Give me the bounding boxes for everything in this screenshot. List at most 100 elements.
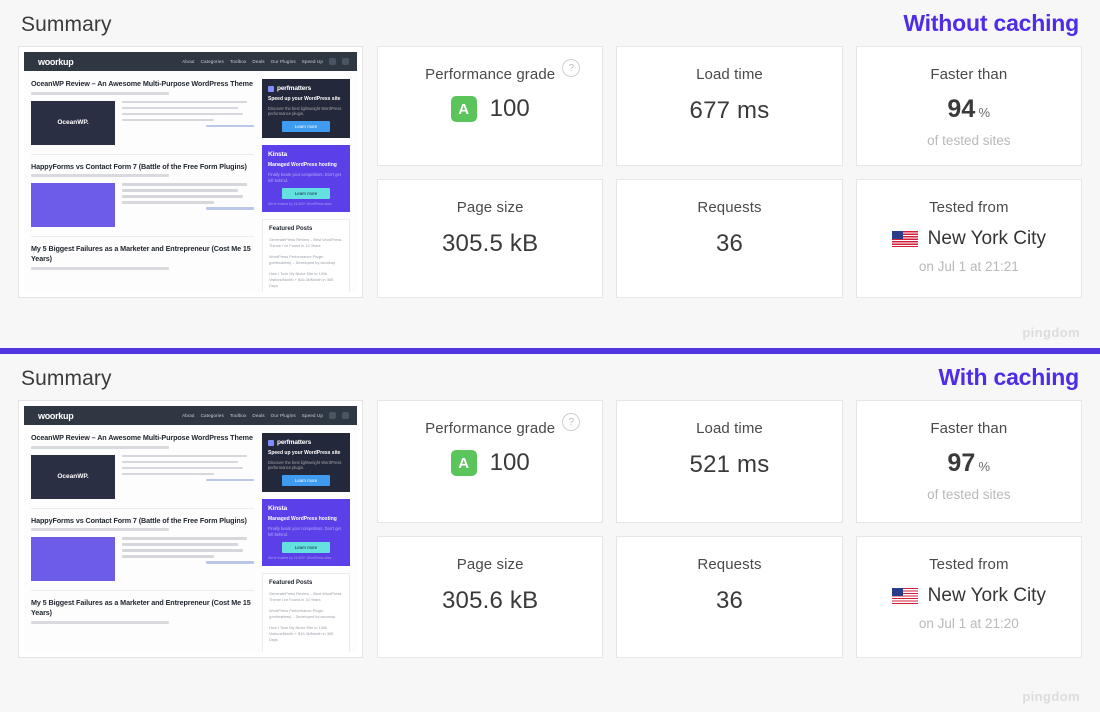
read-more-link[interactable]	[206, 124, 254, 128]
requests-card: Requests 36	[616, 178, 843, 298]
pingdom-watermark: pingdom	[1022, 689, 1080, 704]
faster-than-number: 94	[947, 95, 976, 123]
tested-from-timestamp: on Jul 1 at 21:21	[918, 258, 1019, 274]
caching-state-label: With caching	[938, 364, 1079, 390]
read-more-link[interactable]	[206, 478, 254, 482]
load-time-value: 677 ms	[689, 97, 770, 124]
page-size-card: Page size 305.6 kB	[377, 535, 604, 658]
ad-subtext: Finally beats your competitors. Don't ge…	[268, 525, 341, 537]
featured-post-link[interactable]: GeneratePress Review – Best WordPress Th…	[269, 591, 343, 603]
site-nav-item-toolbox[interactable]: Toolbox	[230, 413, 247, 418]
ad-learn-more-button[interactable]: Learn more	[281, 475, 331, 487]
list-item[interactable]: OceanWP Review – An Awesome Multi-Purpos…	[31, 79, 254, 145]
card-label: Tested from	[929, 555, 1009, 573]
post-excerpt	[122, 183, 254, 227]
panel-body: woorkup About Categories Toolbox Deals O…	[0, 37, 1100, 298]
pingdom-watermark: pingdom	[1022, 325, 1080, 340]
shield-icon	[268, 439, 274, 446]
ad-footnote: We're trusted by 24,000+ WordPress sites…	[268, 555, 333, 560]
us-flag-icon	[891, 587, 918, 604]
ad-learn-more-button[interactable]: Learn more	[281, 541, 331, 553]
site-nav-item-categories[interactable]: Categories	[201, 413, 224, 418]
post-body: OceanWP.	[31, 100, 254, 145]
ad-perfmatters[interactable]: perfmatters Speed up your WordPress site…	[262, 79, 350, 139]
featured-posts-widget: Featured Posts GeneratePress Review – Be…	[262, 219, 350, 292]
location-row: New York City	[891, 584, 1046, 607]
post-excerpt	[122, 454, 254, 499]
ad-learn-more-button[interactable]: Learn more	[281, 187, 331, 199]
site-navbar: woorkup About Categories Toolbox Deals O…	[24, 52, 357, 71]
list-item[interactable]: HappyForms vs Contact Form 7 (Battle of …	[31, 162, 254, 228]
list-item[interactable]: My 5 Biggest Failures as a Marketer and …	[31, 598, 254, 624]
list-item[interactable]: My 5 Biggest Failures as a Marketer and …	[31, 244, 254, 270]
website-thumbnail-card[interactable]: woorkup About Categories Toolbox Deals O…	[18, 400, 363, 658]
requests-value: 36	[715, 586, 744, 614]
list-item[interactable]: HappyForms vs Contact Form 7 (Battle of …	[31, 516, 254, 582]
read-more-link[interactable]	[206, 561, 254, 565]
text-line	[122, 549, 244, 552]
post-meta	[31, 174, 170, 178]
cart-icon[interactable]	[329, 58, 336, 65]
search-icon[interactable]	[342, 58, 349, 65]
featured-post-link[interactable]: WordPress Performance Plugin (perfmatter…	[269, 254, 343, 266]
site-nav-item-our-plugins[interactable]: Our Plugins	[271, 59, 296, 64]
card-label: Page size	[456, 198, 524, 216]
ad-perfmatters[interactable]: perfmatters Speed up your WordPress site…	[262, 433, 350, 493]
faster-than-subtext: of tested sites	[927, 133, 1011, 148]
post-meta	[31, 266, 170, 270]
tested-from-location: New York City	[927, 584, 1046, 606]
featured-post-link[interactable]: How I Took My Niche Site to 100k Visitor…	[269, 625, 343, 643]
ad-kinsta[interactable]: Kinsta Managed WordPress hosting Finally…	[262, 145, 350, 213]
list-item[interactable]: OceanWP Review – An Awesome Multi-Purpos…	[31, 433, 254, 499]
status-badge: A	[450, 96, 477, 122]
location-row: New York City	[891, 228, 1046, 250]
site-nav-item-speed-up[interactable]: Speed Up	[302, 59, 323, 64]
site-nav-item-deals[interactable]: Deals	[252, 59, 264, 64]
site-logo: woorkup	[38, 410, 74, 421]
site-nav-item-speed-up[interactable]: Speed Up	[302, 413, 323, 418]
faster-than-value: 94%	[947, 95, 990, 124]
featured-posts-widget: Featured Posts GeneratePress Review – Be…	[262, 573, 350, 652]
question-mark-icon[interactable]: ?	[562, 59, 581, 77]
website-thumbnail-card[interactable]: woorkup About Categories Toolbox Deals O…	[18, 46, 363, 298]
faster-than-card: Faster than 94% of tested sites	[855, 46, 1082, 166]
site-nav-item-categories[interactable]: Categories	[201, 59, 224, 64]
faster-than-number: 97	[947, 449, 976, 477]
read-more-link[interactable]	[206, 207, 254, 211]
featured-post-link[interactable]: WordPress Performance Plugin (perfmatter…	[269, 608, 343, 620]
ad-learn-more-button[interactable]: Learn more	[281, 121, 331, 133]
post-title: HappyForms vs Contact Form 7 (Battle of …	[31, 161, 247, 171]
ad-brand: perfmatters	[268, 439, 344, 446]
ad-brand: Kinsta	[268, 505, 287, 513]
page-size-value: 305.6 kB	[441, 586, 539, 614]
tested-from-card: Tested from New York City on Jul 1 at 21…	[855, 535, 1082, 658]
faster-than-card: Faster than 97% of tested sites	[855, 400, 1082, 523]
post-body: OceanWP.	[31, 454, 254, 499]
featured-post-link[interactable]: GeneratePress Review – Best WordPress Th…	[269, 237, 343, 249]
ad-subtext: Finally beats your competitors. Don't ge…	[268, 171, 341, 183]
ad-subtext: Discover the best lightweight WordPress …	[268, 459, 342, 471]
percent-unit: %	[978, 105, 991, 120]
panel-header: Summary Without caching	[0, 0, 1100, 37]
site-nav-item-deals[interactable]: Deals	[252, 413, 264, 418]
site-nav-item-about[interactable]: About	[182, 413, 195, 418]
featured-post-link[interactable]: How I Took My Niche Site to 100k Visitor…	[269, 271, 343, 289]
ad-brand: Kinsta	[268, 151, 287, 159]
site-nav-item-toolbox[interactable]: Toolbox	[230, 59, 247, 64]
post-title: OceanWP Review – An Awesome Multi-Purpos…	[31, 79, 253, 88]
question-mark-icon[interactable]: ?	[562, 413, 581, 431]
metrics-grid: ? Performance grade A 100 Load time 521 …	[377, 400, 1082, 658]
page-size-value: 305.5 kB	[441, 229, 539, 257]
search-icon[interactable]	[342, 412, 349, 419]
site-sidebar: perfmatters Speed up your WordPress site…	[262, 79, 350, 292]
site-sidebar: perfmatters Speed up your WordPress site…	[262, 433, 350, 652]
metrics-grid: ? Performance grade A 100 Load time 677 …	[377, 46, 1082, 298]
cart-icon[interactable]	[329, 412, 336, 419]
site-nav-item-about[interactable]: About	[182, 59, 195, 64]
percent-unit: %	[978, 459, 991, 474]
website-preview: woorkup About Categories Toolbox Deals O…	[24, 52, 357, 292]
ad-kinsta[interactable]: Kinsta Managed WordPress hosting Finally…	[262, 499, 350, 567]
site-nav-item-our-plugins[interactable]: Our Plugins	[271, 413, 296, 418]
site-article-column: OceanWP Review – An Awesome Multi-Purpos…	[31, 79, 254, 292]
divider	[31, 153, 254, 155]
